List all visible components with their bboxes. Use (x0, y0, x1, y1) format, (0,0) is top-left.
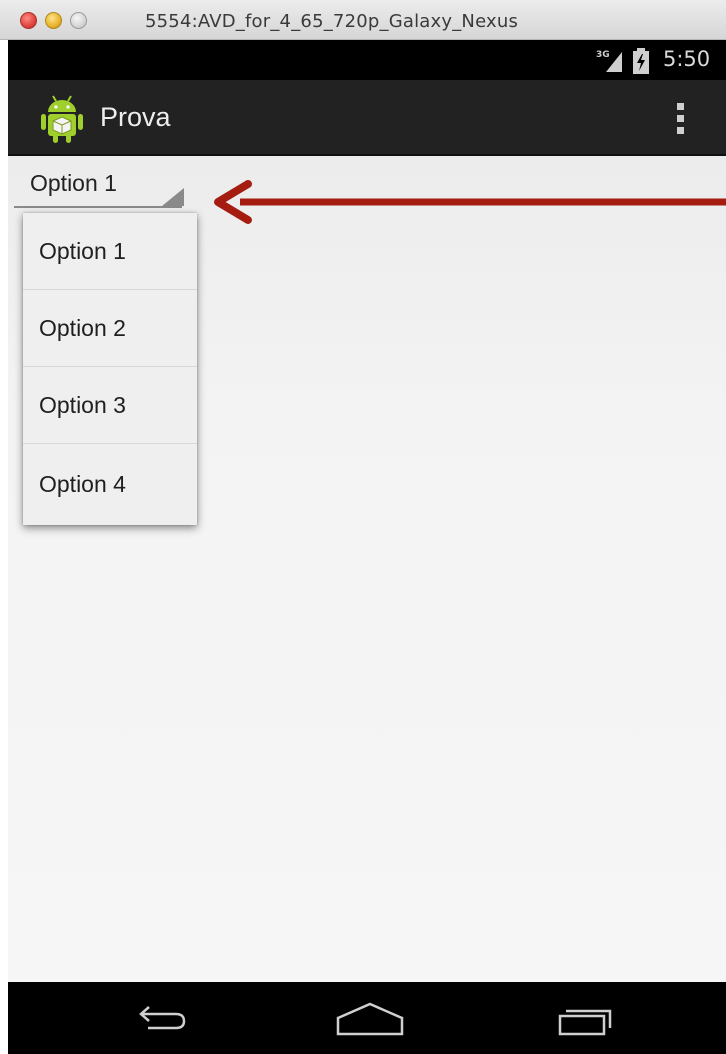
action-bar: Prova (8, 80, 726, 156)
window-titlebar: 5554:AVD_for_4_65_720p_Galaxy_Nexus (0, 0, 726, 40)
spinner-selected-value: Option 1 (30, 170, 117, 196)
recents-icon[interactable] (542, 996, 622, 1040)
signal-3g-icon: 3G (596, 50, 622, 72)
window-title: 5554:AVD_for_4_65_720p_Galaxy_Nexus (145, 11, 519, 32)
annotation-arrow-icon (214, 180, 726, 224)
close-window-button[interactable] (20, 12, 37, 29)
spinner-dropdown-list: Option 1 Option 2 Option 3 Option 4 (23, 213, 197, 525)
battery-charging-icon (633, 48, 649, 74)
dropdown-option-3[interactable]: Option 3 (23, 367, 197, 444)
dropdown-option-1[interactable]: Option 1 (23, 213, 197, 290)
status-time: 5:50 (663, 47, 711, 71)
minimize-window-button[interactable] (45, 12, 62, 29)
app-title: Prova (100, 102, 171, 132)
dropdown-option-4[interactable]: Option 4 (23, 444, 197, 524)
navigation-bar (8, 982, 726, 1054)
dropdown-option-2[interactable]: Option 2 (23, 290, 197, 367)
back-icon[interactable] (118, 996, 198, 1040)
annotation-arrow-shape (214, 180, 726, 224)
spinner-dropdown-icon (162, 188, 184, 206)
options-spinner[interactable]: Option 1 (14, 166, 184, 208)
overflow-menu-icon[interactable] (668, 98, 692, 138)
network-type-label: 3G (596, 50, 610, 60)
activity-content: Option 1 Option 1 Option 2 Option 3 Opti… (8, 156, 726, 982)
android-robot-icon[interactable] (34, 90, 90, 146)
maximize-window-button[interactable] (70, 12, 87, 29)
home-icon[interactable] (330, 996, 410, 1040)
status-bar: 3G 5:50 (8, 40, 726, 80)
